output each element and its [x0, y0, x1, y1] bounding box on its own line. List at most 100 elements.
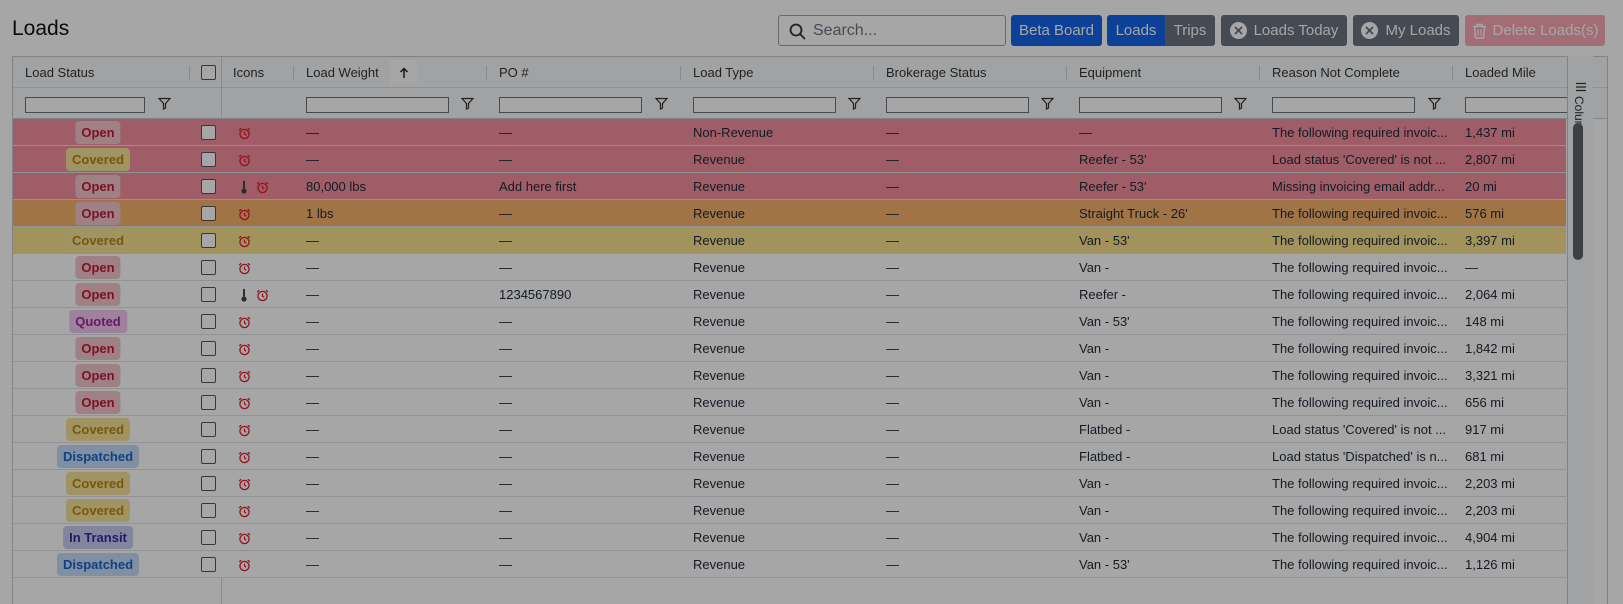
table-row[interactable]: Open 1 lbs — Revenue — Straight Truck - 26' Th… [13, 200, 1566, 227]
search-input[interactable] [813, 19, 1001, 43]
cell-brokerage-status: — [886, 476, 899, 491]
header-brokerage-status[interactable]: Brokerage Status [886, 57, 986, 88]
cell-po: — [499, 260, 512, 275]
row-checkbox[interactable] [201, 449, 216, 464]
cell-equipment: Van - 53' [1079, 557, 1130, 572]
status-badge: Covered [65, 499, 131, 522]
tab-loads[interactable]: Loads [1107, 15, 1165, 46]
my-loads-label: My Loads [1385, 22, 1451, 39]
row-checkbox[interactable] [201, 341, 216, 356]
tab-trips[interactable]: Trips [1165, 15, 1215, 46]
filter-load-weight-input[interactable] [306, 97, 449, 113]
vertical-scrollbar[interactable] [1573, 123, 1583, 260]
row-checkbox[interactable] [201, 125, 216, 140]
header-icons[interactable]: Icons [233, 57, 264, 88]
cell-load-type: Revenue [693, 206, 746, 221]
cell-loaded-miles: 20 mi [1465, 179, 1497, 194]
row-checkbox[interactable] [201, 368, 216, 383]
alarm-clock-icon [238, 316, 251, 329]
alarm-clock-icon [238, 559, 251, 572]
row-checkbox[interactable] [201, 476, 216, 491]
my-loads-button[interactable]: My Loads [1353, 15, 1459, 46]
delete-loads-button[interactable]: Delete Loads(s) [1465, 15, 1605, 46]
table-row[interactable]: Quoted — — Revenue — Van - 53' The following r… [13, 308, 1566, 335]
header-reason-not-complete[interactable]: Reason Not Complete [1272, 57, 1400, 88]
cell-load-type: Revenue [693, 179, 746, 194]
select-all-checkbox[interactable] [201, 65, 216, 80]
table-row[interactable]: Covered — — Revenue — Reefer - 53' Load status… [13, 146, 1566, 173]
table-row[interactable]: Dispatched — — Revenue — Flatbed - Load status… [13, 443, 1566, 470]
row-checkbox[interactable] [201, 233, 216, 248]
row-checkbox[interactable] [201, 422, 216, 437]
filter-brokerage-status-input[interactable] [886, 97, 1029, 113]
filter-po-input[interactable] [499, 97, 642, 113]
cell-load-weight: — [306, 341, 319, 356]
filter-icon[interactable] [1428, 97, 1441, 110]
status-badge: Dispatched [56, 445, 140, 468]
status-badge: Quoted [69, 310, 127, 333]
table-row[interactable]: Open — — Revenue — Van - The following require… [13, 389, 1566, 416]
row-checkbox[interactable] [201, 260, 216, 275]
filter-load-type-input[interactable] [693, 97, 836, 113]
filter-icon[interactable] [848, 97, 861, 110]
cell-reason-not-complete: The following required invoic... [1272, 530, 1448, 545]
filter-icon[interactable] [461, 97, 474, 110]
header-load-weight[interactable]: Load Weight [306, 57, 379, 88]
cell-brokerage-status: — [886, 152, 899, 167]
row-checkbox[interactable] [201, 557, 216, 572]
row-checkbox[interactable] [201, 287, 216, 302]
row-checkbox[interactable] [201, 179, 216, 194]
cell-brokerage-status: — [886, 287, 899, 302]
filter-reason-input[interactable] [1272, 97, 1415, 113]
row-checkbox[interactable] [201, 206, 216, 221]
cell-brokerage-status: — [886, 206, 899, 221]
search-box[interactable] [778, 15, 1006, 46]
table-row[interactable]: Covered — — Revenue — Van - The following requ… [13, 470, 1566, 497]
row-checkbox[interactable] [201, 530, 216, 545]
table-row[interactable]: Open — — Revenue — Van - The following require… [13, 254, 1566, 281]
table-row[interactable]: Open 80,000 lbs Add here first Revenue — Reef… [13, 173, 1566, 200]
cell-brokerage-status: — [886, 314, 899, 329]
close-circle-icon [1229, 22, 1247, 39]
filter-icon[interactable] [1041, 97, 1054, 110]
cell-po: — [499, 368, 512, 383]
table-row[interactable]: Open — — Revenue — Van - The following require… [13, 362, 1566, 389]
filter-equipment-input[interactable] [1079, 97, 1222, 113]
header-po[interactable]: PO # [499, 57, 529, 88]
filter-icon[interactable] [158, 97, 171, 110]
table-row[interactable]: Open — — Revenue — Van - The following require… [13, 335, 1566, 362]
sort-ascending-icon[interactable] [390, 60, 417, 85]
cell-equipment: Van - [1079, 530, 1110, 545]
cell-brokerage-status: — [886, 341, 899, 356]
cell-po: — [499, 341, 512, 356]
table-row[interactable]: Covered — — Revenue — Flatbed - Load status 'C… [13, 416, 1566, 443]
row-checkbox[interactable] [201, 503, 216, 518]
header-load-type[interactable]: Load Type [693, 57, 753, 88]
filter-load-status-input[interactable] [25, 97, 145, 113]
cell-load-weight: 1 lbs [306, 206, 334, 221]
table-row[interactable]: In Transit — — Revenue — Van - The following r… [13, 524, 1566, 551]
loads-today-button[interactable]: Loads Today [1221, 15, 1347, 46]
row-checkbox[interactable] [201, 314, 216, 329]
cell-reason-not-complete: The following required invoic... [1272, 341, 1448, 356]
table-row[interactable]: Dispatched — — Revenue — Van - 53' The followi… [13, 551, 1566, 578]
cell-reason-not-complete: The following required invoic... [1272, 125, 1448, 140]
filter-icon[interactable] [1234, 97, 1247, 110]
row-checkbox[interactable] [201, 395, 216, 410]
filter-loaded-miles-input[interactable] [1465, 97, 1575, 113]
cell-equipment: Flatbed - [1079, 449, 1131, 464]
filter-icon[interactable] [655, 97, 668, 110]
table-row[interactable]: Open — — Non-Revenue — — The following require… [13, 119, 1566, 146]
table-row[interactable]: Covered — — Revenue — Van - 53' The following … [13, 227, 1566, 254]
cell-load-type: Revenue [693, 449, 746, 464]
cell-po: — [499, 503, 512, 518]
alarm-clock-icon [238, 397, 251, 410]
header-load-status[interactable]: Load Status [25, 57, 94, 88]
beta-board-button[interactable]: Beta Board [1011, 15, 1102, 46]
table-row[interactable]: Open — 1234567890 Revenue — Reefer - The follo… [13, 281, 1566, 308]
row-checkbox[interactable] [201, 152, 216, 167]
header-equipment[interactable]: Equipment [1079, 57, 1141, 88]
table-row[interactable]: Covered — — Revenue — Van - The following requ… [13, 497, 1566, 524]
cell-reason-not-complete: Load status 'Covered' is not ... [1272, 422, 1447, 437]
header-loaded-miles[interactable]: Loaded Mile [1465, 57, 1536, 88]
